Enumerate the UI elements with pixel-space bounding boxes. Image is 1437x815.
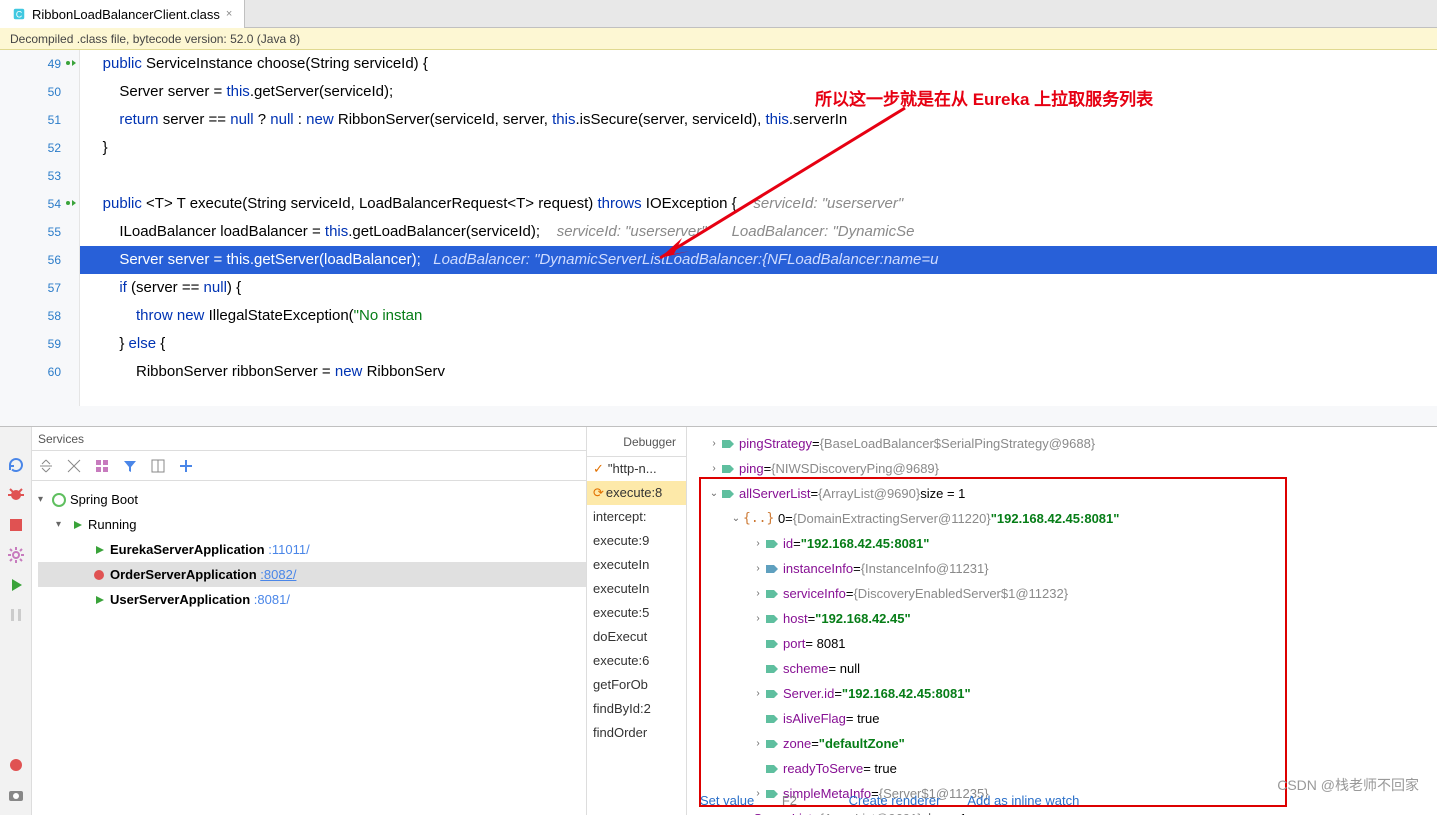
- field-icon: [765, 687, 779, 701]
- filter-icon[interactable]: [122, 458, 138, 474]
- layout-icon[interactable]: [150, 458, 166, 474]
- line-number: 50: [0, 78, 79, 106]
- run-icon[interactable]: [65, 57, 77, 69]
- stack-frame[interactable]: ✓"http-n...: [587, 457, 686, 481]
- record-icon[interactable]: [6, 755, 26, 775]
- variables-tree[interactable]: ›pingStrategy = {BaseLoadBalancer$Serial…: [687, 427, 1437, 815]
- field-icon: [765, 762, 779, 776]
- debugger-title: Debugger: [587, 427, 686, 457]
- expand-icon[interactable]: [38, 458, 54, 474]
- collapse-icon[interactable]: [66, 458, 82, 474]
- stack-frame[interactable]: execute:9: [587, 529, 686, 553]
- annotation-text: 所以这一步就是在从 Eureka 上拉取服务列表: [815, 85, 1153, 110]
- field-icon: [765, 612, 779, 626]
- field-icon: [765, 537, 779, 551]
- play-icon[interactable]: [6, 575, 26, 595]
- variable-actions: Set value F2 Create renderer Add as inli…: [700, 789, 1103, 813]
- field-icon: [765, 587, 779, 601]
- line-number: 58: [0, 302, 79, 330]
- spring-icon: [52, 493, 66, 507]
- stack-frame[interactable]: execute:6: [587, 649, 686, 673]
- field-icon: [765, 637, 779, 651]
- gutter: 49 50 51 52 53 54 55 56 57 58 59 60: [0, 50, 80, 406]
- add-icon[interactable]: [178, 458, 194, 474]
- line-number: 53: [0, 162, 79, 190]
- code-body: public ServiceInstance choose(String ser…: [80, 50, 1437, 386]
- gear-icon[interactable]: [6, 545, 26, 565]
- svg-text:C: C: [16, 10, 22, 20]
- stack-frame[interactable]: executeIn: [587, 577, 686, 601]
- tab-file[interactable]: C RibbonLoadBalancerClient.class ×: [0, 0, 245, 28]
- stack-frame[interactable]: doExecut: [587, 625, 686, 649]
- debugger-panel: Debugger ✓"http-n... ⟳execute:8 intercep…: [587, 427, 687, 815]
- tree-root[interactable]: ▾Spring Boot: [38, 487, 586, 512]
- tree-running[interactable]: ▾Running: [38, 512, 586, 537]
- left-toolbar: [0, 427, 32, 815]
- line-number: 60: [0, 358, 79, 386]
- tree-app[interactable]: OrderServerApplication :8082/: [38, 562, 586, 587]
- stack-frame[interactable]: executeIn: [587, 553, 686, 577]
- field-icon: [765, 562, 779, 576]
- call-stack[interactable]: ✓"http-n... ⟳execute:8 intercept: execut…: [587, 457, 686, 815]
- bottom-panels: Services ▾Spring Boot ▾Running EurekaSer…: [0, 426, 1437, 815]
- set-value-button[interactable]: Set value F2: [700, 793, 821, 808]
- stop-icon[interactable]: [6, 515, 26, 535]
- stack-frame[interactable]: intercept:: [587, 505, 686, 529]
- run-icon[interactable]: [65, 197, 77, 209]
- watermark: CSDN @栈老师不回家: [1277, 775, 1419, 795]
- close-icon[interactable]: ×: [226, 8, 232, 20]
- field-icon: [765, 662, 779, 676]
- class-file-icon: C: [12, 7, 26, 21]
- debug-icon: [92, 568, 106, 582]
- refresh-icon[interactable]: [6, 455, 26, 475]
- line-number: 55: [0, 218, 79, 246]
- stack-frame[interactable]: getForOb: [587, 673, 686, 697]
- field-icon: [721, 437, 735, 451]
- stack-frame[interactable]: findOrder: [587, 721, 686, 745]
- line-number: 49: [0, 50, 79, 78]
- stack-frame[interactable]: findById:2: [587, 697, 686, 721]
- stack-frame[interactable]: execute:5: [587, 601, 686, 625]
- services-title: Services: [32, 427, 586, 451]
- run-icon: [92, 543, 106, 557]
- line-number: 54: [0, 190, 79, 218]
- field-icon: [721, 462, 735, 476]
- field-icon: [721, 487, 735, 501]
- line-number: 56: [0, 246, 79, 274]
- editor-tabs: C RibbonLoadBalancerClient.class ×: [0, 0, 1437, 28]
- line-number: 52: [0, 134, 79, 162]
- run-icon: [92, 593, 106, 607]
- services-toolbar: [32, 451, 586, 481]
- variables-panel: ›pingStrategy = {BaseLoadBalancer$Serial…: [687, 427, 1437, 815]
- line-number: 57: [0, 274, 79, 302]
- tree-app[interactable]: UserServerApplication :8081/: [38, 587, 586, 612]
- create-renderer-button[interactable]: Create renderer: [849, 793, 941, 808]
- decompiled-banner: Decompiled .class file, bytecode version…: [0, 28, 1437, 50]
- add-watch-button[interactable]: Add as inline watch: [967, 793, 1079, 808]
- field-icon: [765, 737, 779, 751]
- services-tree[interactable]: ▾Spring Boot ▾Running EurekaServerApplic…: [32, 481, 586, 612]
- field-icon: [765, 712, 779, 726]
- bug-icon[interactable]: [6, 485, 26, 505]
- grid-icon[interactable]: [94, 458, 110, 474]
- camera-icon[interactable]: [6, 785, 26, 805]
- play-icon: [70, 518, 84, 532]
- pause-icon[interactable]: [6, 605, 26, 625]
- code-editor[interactable]: 49 50 51 52 53 54 55 56 57 58 59 60 publ…: [0, 50, 1437, 406]
- line-number: 51: [0, 106, 79, 134]
- stack-frame[interactable]: ⟳execute:8: [587, 481, 686, 505]
- line-number: 59: [0, 330, 79, 358]
- tab-title: RibbonLoadBalancerClient.class: [32, 7, 220, 22]
- services-panel: Services ▾Spring Boot ▾Running EurekaSer…: [32, 427, 587, 815]
- tree-app[interactable]: EurekaServerApplication :11011/: [38, 537, 586, 562]
